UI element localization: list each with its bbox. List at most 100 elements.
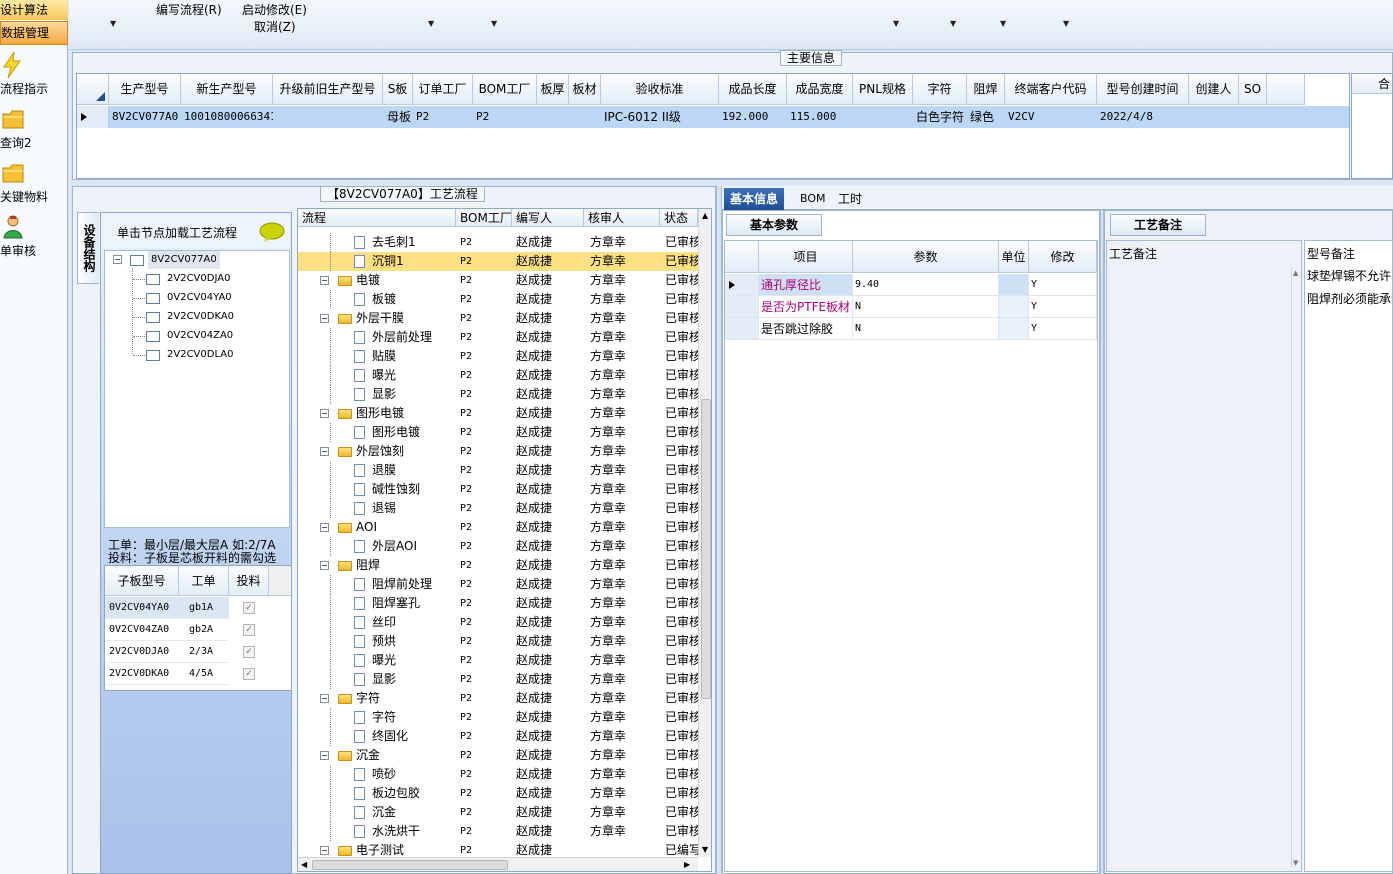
- sub-order-cell[interactable]: 2/3A: [179, 641, 229, 663]
- write-flow-button[interactable]: 编写流程(R): [156, 1, 222, 18]
- col-item[interactable]: 项目: [759, 241, 853, 273]
- flow-row[interactable]: 显影 P2 赵成捷 方章幸 已审核: [298, 670, 698, 689]
- flow-row[interactable]: 退锡 P2 赵成捷 方章幸 已审核: [298, 499, 698, 518]
- flow-row[interactable]: 碱性蚀刻 P2 赵成捷 方章幸 已审核: [298, 480, 698, 499]
- row-header-corner[interactable]: [77, 74, 109, 105]
- col-solder[interactable]: 阻焊: [967, 74, 1005, 105]
- param-value[interactable]: N: [853, 318, 999, 340]
- col-unit[interactable]: 单位: [999, 241, 1029, 273]
- flow-row[interactable]: 显影 P2 赵成捷 方章幸 已审核: [298, 385, 698, 404]
- col-sub-feed[interactable]: 投料: [229, 566, 269, 596]
- cell-so[interactable]: [1239, 106, 1267, 128]
- param-value[interactable]: 9.40: [853, 274, 999, 296]
- col-creator[interactable]: 创建人: [1189, 74, 1239, 105]
- flow-row[interactable]: − 字符 P2 赵成捷 方章幸 已审核: [298, 689, 698, 708]
- tree-node[interactable]: 0V2CV04YA0: [167, 289, 232, 307]
- flow-row[interactable]: 终固化 P2 赵成捷 方章幸 已审核: [298, 727, 698, 746]
- scroll-left-icon[interactable]: ◀: [301, 860, 307, 869]
- param-value[interactable]: N: [853, 296, 999, 318]
- param-item[interactable]: 是否为PTFE板材: [759, 296, 853, 318]
- tree-node-root[interactable]: 8V2CV077A0: [148, 251, 220, 269]
- flow-row[interactable]: 阻焊塞孔 P2 赵成捷 方章幸 已审核: [298, 594, 698, 613]
- row-indicator[interactable]: [725, 274, 759, 296]
- params-tab[interactable]: 基本参数: [726, 214, 822, 236]
- dropdown-arrow-icon[interactable]: ▼: [950, 19, 956, 28]
- col-length[interactable]: 成品长度: [719, 74, 787, 105]
- flow-row[interactable]: − 外层干膜 P2 赵成捷 方章幸 已审核: [298, 309, 698, 328]
- sub-order-cell[interactable]: gb1A: [179, 597, 229, 619]
- vertical-scrollbar[interactable]: ▲ ▼: [698, 209, 711, 857]
- tab-work-hours[interactable]: 工时: [832, 188, 868, 210]
- flow-row[interactable]: 阻焊前处理 P2 赵成捷 方章幸 已审核: [298, 575, 698, 594]
- model-notes[interactable]: 型号备注 球垫焊锡不允许 阻焊剂必须能承受: [1304, 240, 1393, 872]
- dropdown-arrow-icon[interactable]: ▼: [110, 19, 116, 28]
- row-indicator[interactable]: [77, 106, 109, 128]
- nav-item-query2[interactable]: 查询2: [0, 106, 68, 160]
- equipment-structure-tab[interactable]: 设备结构: [77, 212, 99, 284]
- row-indicator[interactable]: [725, 318, 759, 340]
- col-value[interactable]: 参数: [853, 241, 999, 273]
- dropdown-arrow-icon[interactable]: ▼: [1000, 19, 1006, 28]
- tree-node[interactable]: 2V2CV0DLA0: [167, 346, 233, 364]
- nav-item-key-material[interactable]: 关键物料: [0, 160, 68, 214]
- flow-row[interactable]: − AOI P2 赵成捷 方章幸 已审核: [298, 518, 698, 537]
- col-old-model[interactable]: 升级前旧生产型号: [273, 74, 383, 105]
- sub-order-cell[interactable]: gb2A: [179, 619, 229, 641]
- param-unit[interactable]: [999, 274, 1029, 296]
- col-standard[interactable]: 验收标准: [601, 74, 719, 105]
- dropdown-arrow-icon[interactable]: ▼: [428, 19, 434, 28]
- col-character[interactable]: 字符: [913, 74, 967, 105]
- flow-row[interactable]: − 图形电镀 P2 赵成捷 方章幸 已审核: [298, 404, 698, 423]
- flow-row[interactable]: 喷砂 P2 赵成捷 方章幸 已审核: [298, 765, 698, 784]
- param-unit[interactable]: [999, 296, 1029, 318]
- cell-bom-factory[interactable]: P2: [473, 106, 537, 128]
- cell-length[interactable]: 192.000: [719, 106, 787, 128]
- cell-width[interactable]: 115.000: [787, 106, 853, 128]
- col-so[interactable]: SO: [1239, 74, 1267, 105]
- col-material[interactable]: 板材: [569, 74, 601, 105]
- flow-row[interactable]: 曝光 P2 赵成捷 方章幸 已审核: [298, 366, 698, 385]
- collapse-icon[interactable]: −: [320, 447, 329, 456]
- sub-order-cell[interactable]: 4/5A: [179, 663, 229, 685]
- feed-checkbox[interactable]: ✓: [243, 602, 255, 614]
- collapse-icon[interactable]: −: [320, 276, 329, 285]
- flow-row[interactable]: 丝印 P2 赵成捷 方章幸 已审核: [298, 613, 698, 632]
- flow-row[interactable]: 水洗烘干 P2 赵成捷 方章幸 已审核: [298, 822, 698, 841]
- flow-row[interactable]: 去毛刺1 P2 赵成捷 方章幸 已审核: [298, 233, 698, 252]
- tree-node[interactable]: 0V2CV04ZA0: [167, 327, 233, 345]
- flow-row[interactable]: − 阻焊 P2 赵成捷 方章幸 已审核: [298, 556, 698, 575]
- flow-row[interactable]: 图形电镀 P2 赵成捷 方章幸 已审核: [298, 423, 698, 442]
- flow-row[interactable]: − 电镀 P2 赵成捷 方章幸 已审核: [298, 271, 698, 290]
- feed-checkbox[interactable]: ✓: [243, 668, 255, 680]
- cell-new-model[interactable]: 10010800066341: [181, 106, 273, 128]
- tree-node[interactable]: 2V2CV0DJA0: [167, 270, 230, 288]
- col-bom-factory[interactable]: BOM工厂: [473, 74, 537, 105]
- flow-row[interactable]: 沉金 P2 赵成捷 方章幸 已审核: [298, 803, 698, 822]
- tab-basic-info[interactable]: 基本信息: [724, 188, 785, 210]
- param-edit[interactable]: Y: [1029, 296, 1097, 318]
- hscroll-thumb[interactable]: [312, 860, 508, 870]
- cell-s-board[interactable]: 母板: [383, 106, 413, 128]
- collapse-icon[interactable]: −: [320, 846, 329, 855]
- nav-item-data-management[interactable]: 数据管理: [0, 21, 68, 45]
- col-width[interactable]: 成品宽度: [787, 74, 853, 105]
- process-notes[interactable]: 工艺备注 ▲ ▼: [1106, 240, 1302, 872]
- flow-row[interactable]: 字符 P2 赵成捷 方章幸 已审核: [298, 708, 698, 727]
- col-customer[interactable]: 终端客户代码: [1005, 74, 1097, 105]
- cell-model[interactable]: 8V2CV077A0: [109, 106, 181, 128]
- collapse-icon[interactable]: −: [320, 694, 329, 703]
- col-pnl[interactable]: PNL规格: [853, 74, 913, 105]
- nav-item-algorithm[interactable]: 设计算法: [0, 0, 68, 20]
- col-model[interactable]: 生产型号: [109, 74, 181, 105]
- col-edit[interactable]: 修改: [1029, 241, 1097, 273]
- flow-row[interactable]: 退膜 P2 赵成捷 方章幸 已审核: [298, 461, 698, 480]
- col-reviewer[interactable]: 核审人: [584, 209, 660, 227]
- param-item[interactable]: 是否跳过除胶: [759, 318, 853, 340]
- cell-pnl[interactable]: [853, 106, 913, 128]
- col-bom-factory[interactable]: BOM工厂: [456, 209, 512, 227]
- param-item[interactable]: 通孔厚径比: [759, 274, 853, 296]
- flow-row[interactable]: 板边包胶 P2 赵成捷 方章幸 已审核: [298, 784, 698, 803]
- tab-bom[interactable]: BOM: [794, 188, 832, 210]
- cell-solder[interactable]: 绿色: [967, 106, 1005, 128]
- col-flow[interactable]: 流程: [298, 209, 456, 227]
